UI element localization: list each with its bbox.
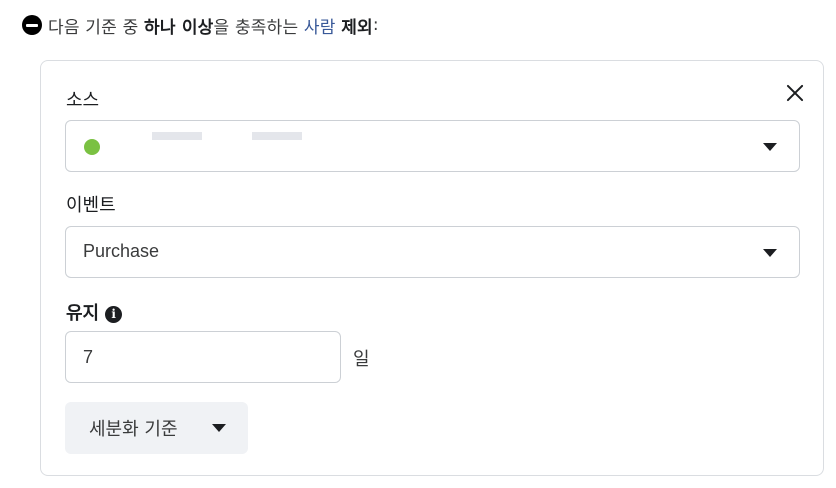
retention-label: 유지 [66,303,100,324]
redacted-source-id [252,132,302,140]
retention-label-row: 유지 i [66,299,123,325]
minus-circle-icon[interactable] [22,15,42,35]
info-icon[interactable]: i [105,306,123,323]
header-text-prefix: 다음 기준 중 [48,17,145,38]
header-text-exclude: 제외 [341,17,373,38]
people-link[interactable]: 사람 [304,13,336,38]
close-icon[interactable] [783,81,807,105]
source-dropdown[interactable] [65,120,800,172]
caret-down-icon [763,143,777,151]
exclusion-rule-card: 소스 이벤트 Purchase 유지 i 일 세분화 기준 [40,60,824,476]
caret-down-icon [763,249,777,257]
refine-by-label: 세분화 기준 [89,419,178,440]
header-text-emphasis: 하나 이상 [144,17,214,38]
redacted-source-name [152,132,202,140]
event-selected-value: Purchase [83,241,160,261]
status-dot-icon [84,139,100,155]
retention-unit: 일 [353,349,370,370]
caret-down-icon [212,424,226,432]
exclusion-rule-header: 다음 기준 중 하나 이상 을 충족하는 사람 제외 : [22,12,379,38]
event-label: 이벤트 [66,195,116,216]
refine-by-button[interactable]: 세분화 기준 [65,402,248,454]
header-text-colon: : [372,15,379,35]
source-label: 소스 [66,90,100,111]
retention-days-input[interactable] [65,331,341,383]
event-dropdown[interactable]: Purchase [65,226,800,278]
header-text-middle: 을 충족하는 [213,17,304,38]
